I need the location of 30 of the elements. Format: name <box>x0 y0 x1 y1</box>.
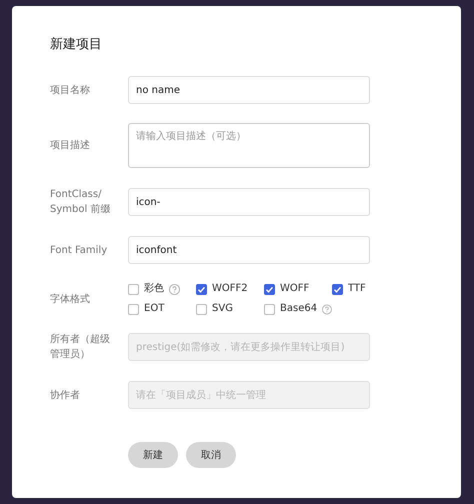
checkbox-label: WOFF <box>280 283 310 295</box>
checkbox-label: WOFF2 <box>212 283 248 295</box>
help-icon[interactable] <box>169 284 180 294</box>
checkbox-label: TTF <box>348 283 366 295</box>
checkbox-label: SVG <box>212 303 233 315</box>
input-field[interactable]: iconfont <box>128 236 370 264</box>
cancel-button[interactable]: 取消 <box>186 442 236 468</box>
input-field[interactable]: no name <box>128 76 370 104</box>
field-label: 所有者（超级管理员） <box>50 332 111 362</box>
field-label: FontClass/ Symbol 前缀 <box>50 188 112 217</box>
checkbox[interactable] <box>264 304 275 314</box>
checkbox[interactable] <box>196 304 207 314</box>
help-icon[interactable] <box>322 304 332 314</box>
input-field[interactable]: icon- <box>128 188 370 216</box>
checkbox-label: EOT <box>144 303 164 315</box>
create-button[interactable]: 新建 <box>128 442 178 468</box>
checkbox-label: 彩色 <box>144 283 164 295</box>
checkbox[interactable] <box>128 284 139 294</box>
field-label: 项目名称 <box>50 84 91 98</box>
checkbox[interactable] <box>264 284 275 294</box>
description-field[interactable]: 请输入项目描述（可选） <box>128 123 370 168</box>
checkbox[interactable] <box>332 284 343 294</box>
checkbox[interactable] <box>128 304 139 314</box>
field-label: 协作者 <box>50 388 81 402</box>
field-label: 字体格式 <box>50 292 91 306</box>
field-label: Font Family <box>50 244 108 258</box>
dialog-title: 新建项目 <box>50 36 103 54</box>
checkbox[interactable] <box>196 284 207 294</box>
checkbox-label: Base64 <box>280 303 318 315</box>
field-label: 项目描述 <box>50 138 91 153</box>
